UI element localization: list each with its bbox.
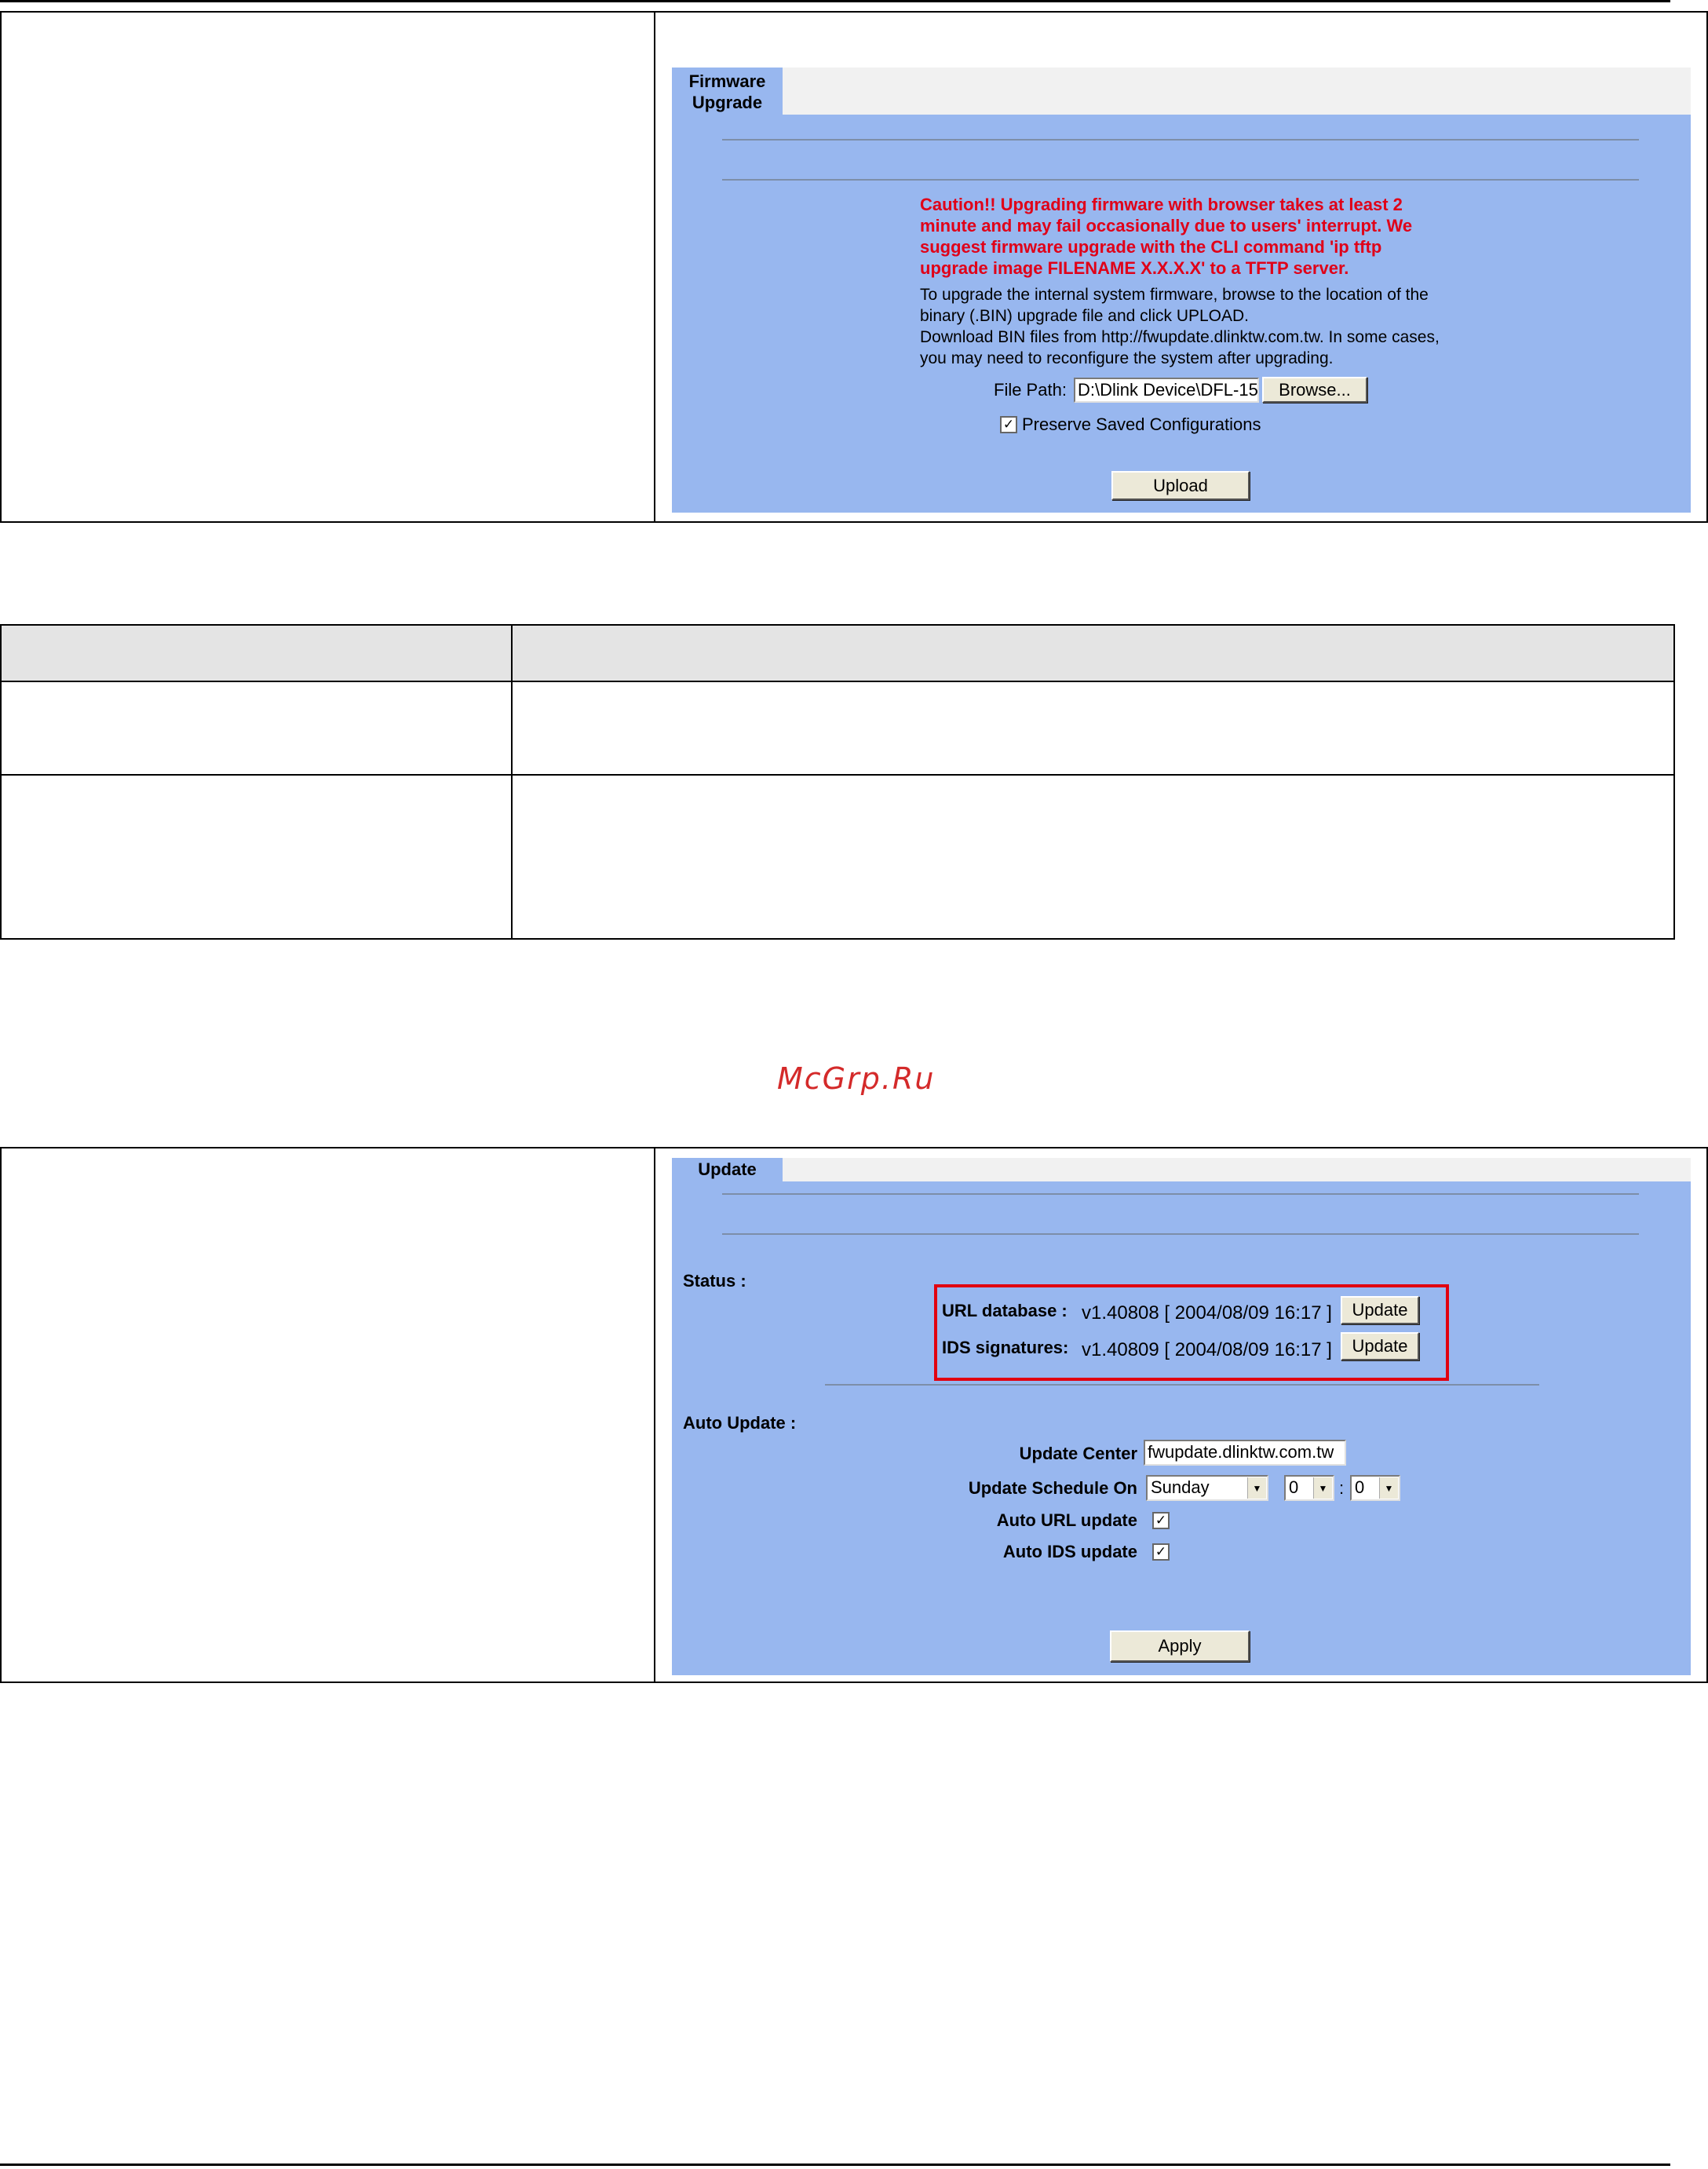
table-header-cell xyxy=(511,624,1675,682)
page-bottom-rule xyxy=(0,2164,1670,2166)
status-heading: Status : xyxy=(683,1271,746,1291)
file-path-label: File Path: xyxy=(994,380,1067,400)
tab-label-line1: Firmware xyxy=(688,71,766,91)
firmware-figure-box: Firmware Upgrade Caution!! Upgrading fir… xyxy=(0,11,1708,523)
tab-strip xyxy=(672,1158,1691,1181)
chevron-down-icon: ▼ xyxy=(1379,1477,1398,1499)
table-cell xyxy=(0,681,513,776)
table-header-row xyxy=(0,624,1675,682)
preserve-config-checkbox[interactable]: ✓ xyxy=(1000,416,1017,433)
caution-message: Caution!! Upgrading firmware with browse… xyxy=(920,195,1413,278)
schedule-day-value: Sunday xyxy=(1151,1477,1210,1497)
schedule-hour-value: 0 xyxy=(1289,1477,1299,1497)
page-top-rule xyxy=(0,0,1670,2)
box-divider xyxy=(654,13,655,521)
file-path-input[interactable]: D:\Dlink Device\DFL-15 xyxy=(1074,378,1259,403)
tab-update[interactable]: Update xyxy=(672,1158,783,1181)
tab-label-line2: Upgrade xyxy=(692,93,763,112)
separator-line xyxy=(722,1233,1639,1235)
schedule-day-select[interactable]: Sunday ▼ xyxy=(1146,1475,1268,1501)
separator-line xyxy=(722,179,1639,181)
url-database-version: v1.40808 [ 2004/08/09 16:17 ] xyxy=(1082,1302,1332,1324)
schedule-hour-select[interactable]: 0 ▼ xyxy=(1284,1475,1334,1501)
instructions-line2: Download BIN files from http://fwupdate.… xyxy=(920,328,1440,367)
update-center-label: Update Center xyxy=(1019,1444,1137,1463)
auto-url-update-label: Auto URL update xyxy=(996,1510,1137,1530)
table-header-cell xyxy=(0,624,513,682)
update-panel: Update Status : URL database : v1.40808 … xyxy=(672,1158,1691,1675)
auto-update-heading: Auto Update : xyxy=(683,1413,797,1433)
firmware-upgrade-panel: Firmware Upgrade Caution!! Upgrading fir… xyxy=(672,68,1691,513)
schedule-minute-select[interactable]: 0 ▼ xyxy=(1350,1475,1400,1501)
upgrade-instructions: To upgrade the internal system firmware,… xyxy=(920,284,1454,369)
separator-line xyxy=(722,1193,1639,1195)
preserve-config-label: Preserve Saved Configurations xyxy=(1022,414,1261,434)
empty-parameter-table xyxy=(0,624,1675,940)
ids-signatures-label: IDS signatures: xyxy=(942,1338,1069,1357)
ids-signatures-update-button[interactable]: Update xyxy=(1341,1332,1419,1360)
box-divider xyxy=(654,1148,655,1682)
chevron-down-icon: ▼ xyxy=(1247,1477,1266,1499)
table-row xyxy=(0,774,1675,940)
update-center-input[interactable]: fwupdate.dlinktw.com.tw xyxy=(1144,1440,1346,1466)
chevron-down-icon: ▼ xyxy=(1313,1477,1332,1499)
table-cell xyxy=(0,774,513,940)
url-database-label: URL database : xyxy=(942,1301,1068,1320)
separator-line xyxy=(825,1384,1539,1386)
schedule-minute-value: 0 xyxy=(1355,1477,1365,1497)
table-cell xyxy=(511,681,1675,776)
watermark: McGrp.Ru xyxy=(777,1061,936,1096)
url-database-update-button[interactable]: Update xyxy=(1341,1296,1419,1324)
separator-line xyxy=(722,139,1639,141)
apply-button[interactable]: Apply xyxy=(1110,1630,1250,1662)
schedule-time-separator: : xyxy=(1339,1478,1345,1498)
update-figure-box: Update Status : URL database : v1.40808 … xyxy=(0,1147,1708,1683)
tab-firmware-upgrade[interactable]: Firmware Upgrade xyxy=(672,68,783,115)
tab-strip xyxy=(672,68,1691,115)
browse-button[interactable]: Browse... xyxy=(1262,377,1367,403)
table-row xyxy=(0,681,1675,776)
instructions-line1: To upgrade the internal system firmware,… xyxy=(920,286,1429,325)
auto-ids-update-checkbox[interactable]: ✓ xyxy=(1152,1543,1170,1561)
auto-url-update-checkbox[interactable]: ✓ xyxy=(1152,1512,1170,1529)
upload-button[interactable]: Upload xyxy=(1111,471,1250,500)
table-cell xyxy=(511,774,1675,940)
auto-ids-update-label: Auto IDS update xyxy=(1002,1542,1137,1561)
update-schedule-label: Update Schedule On xyxy=(968,1478,1137,1498)
ids-signatures-version: v1.40809 [ 2004/08/09 16:17 ] xyxy=(1082,1339,1332,1360)
